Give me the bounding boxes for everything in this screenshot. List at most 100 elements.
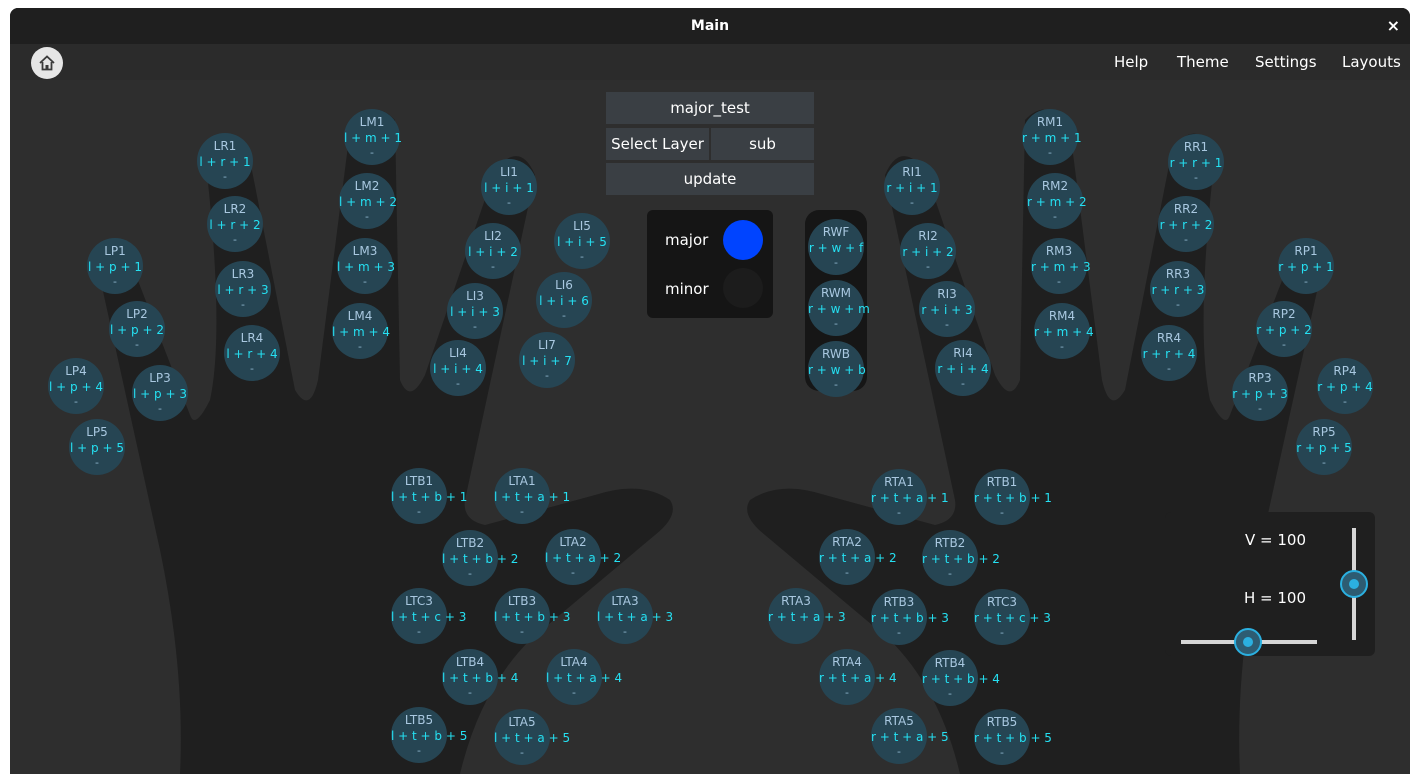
mode-major-toggle[interactable] xyxy=(723,220,763,260)
update-button[interactable]: update xyxy=(606,163,814,195)
key-rm3[interactable]: RM3 r + m + 3- xyxy=(1031,238,1091,294)
key-ltb5[interactable]: LTB5 l + t + b + 5- xyxy=(391,707,467,763)
key-label: LTB3 xyxy=(507,594,537,608)
key-rta4[interactable]: RTA4 r + t + a + 4- xyxy=(819,649,897,705)
key-rtb4[interactable]: RTB4 r + t + b + 4- xyxy=(922,650,1000,706)
key-lm1[interactable]: LM1 l + m + 1- xyxy=(344,109,403,165)
key-rr3[interactable]: RR3 r + r + 3- xyxy=(1150,261,1206,317)
key-rp4[interactable]: RP4 r + p + 4- xyxy=(1317,358,1373,414)
mode-selector: major minor xyxy=(647,210,773,318)
key-combo: r + t + b + 4 xyxy=(922,672,1000,686)
key-lr2[interactable]: LR2 l + r + 2- xyxy=(207,196,263,252)
key-rp5[interactable]: RP5 r + p + 5- xyxy=(1296,419,1352,475)
menu-layouts[interactable]: Layouts xyxy=(1342,44,1401,80)
key-li1[interactable]: LI1 l + i + 1- xyxy=(481,159,537,215)
key-rwm[interactable]: RWM r + w + m- xyxy=(808,280,870,336)
key-lp5[interactable]: LP5 l + p + 5- xyxy=(69,419,125,475)
key-rp1[interactable]: RP1 r + p + 1- xyxy=(1278,238,1334,294)
key-lm4[interactable]: LM4 l + m + 4- xyxy=(332,303,390,359)
key-combo: r + m + 1 xyxy=(1022,131,1082,145)
key-lta1[interactable]: LTA1 l + t + a + 1- xyxy=(494,468,570,524)
key-rwb[interactable]: RWB r + w + b- xyxy=(808,341,866,397)
key-ltc3[interactable]: LTC3 l + t + c + 3- xyxy=(391,588,466,644)
key-sub: - xyxy=(233,233,237,246)
key-combo: r + m + 2 xyxy=(1027,195,1087,209)
key-rr4[interactable]: RR4 r + r + 4- xyxy=(1141,325,1197,381)
key-label: LP1 xyxy=(104,244,126,258)
key-rm1[interactable]: RM1 r + m + 1- xyxy=(1022,109,1082,165)
menu-theme[interactable]: Theme xyxy=(1177,44,1229,80)
key-ltb2[interactable]: LTB2 l + t + b + 2- xyxy=(442,530,518,586)
key-combo: l + m + 3 xyxy=(337,260,396,274)
key-lp3[interactable]: LP3 l + p + 3- xyxy=(132,365,188,421)
key-sub: - xyxy=(520,505,524,518)
key-li7[interactable]: LI7 l + i + 7- xyxy=(519,332,575,388)
key-rta2[interactable]: RTA2 r + t + a + 2- xyxy=(819,529,897,585)
key-rtb2[interactable]: RTB2 r + t + b + 2- xyxy=(922,530,1000,586)
menu-help[interactable]: Help xyxy=(1114,44,1148,80)
key-li4[interactable]: LI4 l + i + 4- xyxy=(430,340,486,396)
key-ltb4[interactable]: LTB4 l + t + b + 4- xyxy=(442,649,519,705)
home-button[interactable] xyxy=(31,47,63,79)
key-combo: l + t + a + 5 xyxy=(494,731,571,745)
key-rp2[interactable]: RP2 r + p + 2- xyxy=(1256,301,1312,357)
key-rta3[interactable]: RTA3 r + t + a + 3 xyxy=(768,588,846,644)
key-sub: - xyxy=(520,625,524,638)
title-bar: Main × xyxy=(10,8,1410,44)
layer-name-field[interactable]: major_test xyxy=(606,92,814,124)
key-rr1[interactable]: RR1 r + r + 1- xyxy=(1168,134,1224,190)
key-ltb1[interactable]: LTB1 l + t + b + 1- xyxy=(391,468,467,524)
key-combo: l + r + 1 xyxy=(199,155,251,169)
key-li2[interactable]: LI2 l + i + 2- xyxy=(465,223,521,279)
key-sub: - xyxy=(158,402,162,415)
key-lp4[interactable]: LP4 l + p + 4- xyxy=(48,358,104,414)
key-lm3[interactable]: LM3 l + m + 3- xyxy=(337,238,396,294)
key-lm2[interactable]: LM2 l + m + 2- xyxy=(339,173,397,229)
key-rm2[interactable]: RM2 r + m + 2- xyxy=(1027,173,1087,229)
key-combo: l + m + 1 xyxy=(344,131,403,145)
key-ri3[interactable]: RI3 r + i + 3- xyxy=(919,281,975,337)
key-label: LM2 xyxy=(354,179,380,193)
key-label: RI4 xyxy=(953,346,973,360)
key-ri1[interactable]: RI1 r + i + 1- xyxy=(884,159,940,215)
key-rtb3[interactable]: RTB3 r + t + b + 3- xyxy=(871,589,949,645)
key-rr2[interactable]: RR2 r + r + 2- xyxy=(1158,196,1214,252)
key-li3[interactable]: LI3 l + i + 3- xyxy=(447,283,503,339)
key-lp2[interactable]: LP2 l + p + 2- xyxy=(109,301,165,357)
key-rtb5[interactable]: RTB5 r + t + b + 5- xyxy=(974,709,1052,765)
horizontal-slider-handle[interactable] xyxy=(1234,628,1262,656)
key-label: RM4 xyxy=(1048,309,1076,323)
key-rta1[interactable]: RTA1 r + t + a + 1- xyxy=(871,469,949,525)
key-rwf[interactable]: RWF r + w + f- xyxy=(808,219,864,275)
key-combo: r + i + 4 xyxy=(937,362,989,376)
key-combo: r + w + m xyxy=(808,302,870,316)
key-lr4[interactable]: LR4 l + r + 4- xyxy=(224,325,280,381)
key-lr1[interactable]: LR1 l + r + 1- xyxy=(197,133,253,189)
key-label: RR3 xyxy=(1165,267,1191,281)
key-lta2[interactable]: LTA2 l + t + a + 2- xyxy=(545,529,621,585)
key-rtc3[interactable]: RTC3 r + t + c + 3- xyxy=(974,589,1051,645)
sub-layer-button[interactable]: sub xyxy=(711,128,814,160)
menu-settings[interactable]: Settings xyxy=(1255,44,1317,80)
key-rta5[interactable]: RTA5 r + t + a + 5- xyxy=(871,708,949,764)
key-lp1[interactable]: LP1 l + p + 1- xyxy=(87,238,143,294)
key-lta4[interactable]: LTA4 l + t + a + 4- xyxy=(546,649,623,705)
key-li6[interactable]: LI6 l + i + 6- xyxy=(536,272,592,328)
key-lta3[interactable]: LTA3 l + t + a + 3- xyxy=(597,588,673,644)
close-icon[interactable]: × xyxy=(1387,8,1400,44)
key-rp3[interactable]: RP3 r + p + 3- xyxy=(1232,365,1288,421)
key-ri4[interactable]: RI4 r + i + 4- xyxy=(935,340,991,396)
key-sub: - xyxy=(1258,402,1262,415)
key-rm4[interactable]: RM4 r + m + 4- xyxy=(1034,303,1094,359)
key-combo: l + t + b + 4 xyxy=(442,671,519,685)
key-rtb1[interactable]: RTB1 r + t + b + 1- xyxy=(974,469,1052,525)
mode-minor-toggle[interactable] xyxy=(723,268,763,308)
key-ri2[interactable]: RI2 r + i + 2- xyxy=(900,223,956,279)
key-combo: l + t + a + 4 xyxy=(546,671,623,685)
select-layer-button[interactable]: Select Layer xyxy=(606,128,709,160)
key-lta5[interactable]: LTA5 l + t + a + 5- xyxy=(494,709,571,765)
key-li5[interactable]: LI5 l + i + 5- xyxy=(554,213,610,269)
key-ltb3[interactable]: LTB3 l + t + b + 3- xyxy=(494,588,570,644)
vertical-slider-handle[interactable] xyxy=(1340,570,1368,598)
key-lr3[interactable]: LR3 l + r + 3- xyxy=(215,261,271,317)
